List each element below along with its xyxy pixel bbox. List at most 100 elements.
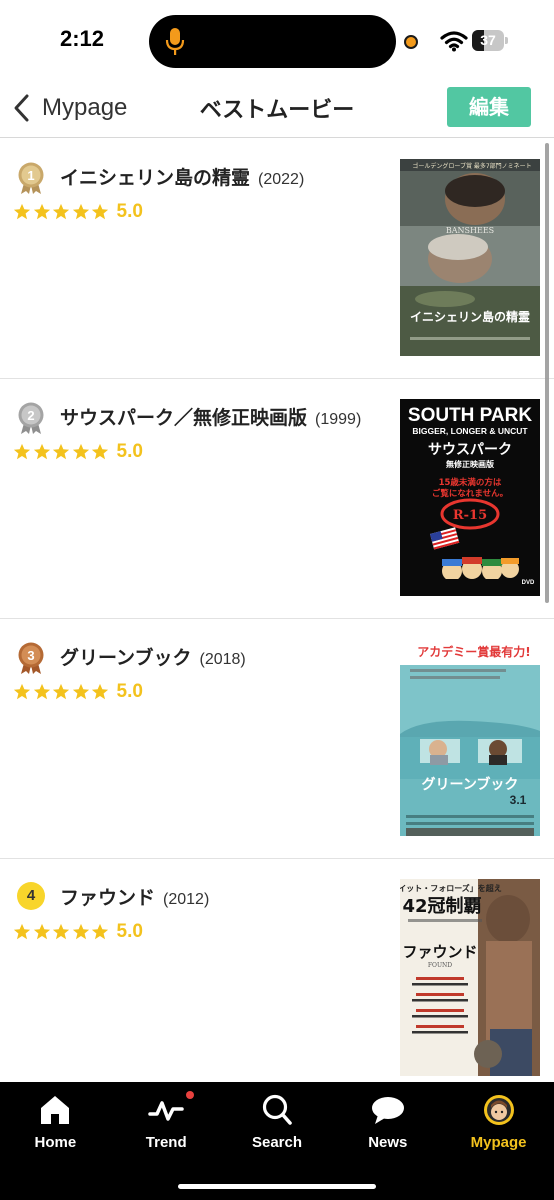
star-icon <box>91 923 109 940</box>
movie-title: ファウンド (2012) <box>60 883 209 910</box>
news-chat-icon <box>371 1097 404 1124</box>
poster-title: グリーンブック <box>422 776 519 793</box>
movie-title: イニシェリン島の精霊 (2022) <box>60 163 304 190</box>
star-icon <box>72 443 89 460</box>
rating-score: 5.0 <box>116 201 143 222</box>
movie-year: (1999) <box>315 411 362 428</box>
tab-label: Mypage <box>470 1134 527 1151</box>
poster-awards: 42冠制覇 <box>402 896 481 917</box>
mypage-avatar-icon <box>483 1095 514 1125</box>
back-label: Mypage <box>42 94 128 121</box>
tab-label: News <box>368 1134 408 1151</box>
tab-home[interactable]: Home <box>0 1082 111 1200</box>
status-bar: 2:12 37 <box>0 0 554 80</box>
star-icon <box>91 683 109 700</box>
tab-news[interactable]: News <box>332 1082 443 1200</box>
dynamic-island <box>149 15 396 68</box>
star-icon <box>52 443 70 460</box>
rank-number: 2 <box>27 408 34 423</box>
gold-medal-icon: 1 <box>16 161 46 195</box>
star-icon <box>52 203 70 220</box>
home-icon <box>41 1096 70 1124</box>
movie-poster[interactable]: ゴールデングローブ賞 最多7部門ノミネート BANSHEES イニシェリン島の精… <box>400 159 540 356</box>
search-icon <box>262 1094 292 1125</box>
star-icon <box>72 203 89 220</box>
tab-label: Trend <box>145 1134 187 1151</box>
recording-dot-icon <box>404 35 418 49</box>
poster-date: 3.1 <box>510 793 527 807</box>
star-rating: 5.0 <box>13 681 143 703</box>
battery-icon: 37 <box>472 30 508 51</box>
movie-year: (2022) <box>258 171 305 188</box>
tab-label: Search <box>251 1134 303 1151</box>
poster-quote: 「イット・フォローズ」を超え <box>400 883 502 893</box>
rank-number: 1 <box>27 168 34 183</box>
movie-title: サウスパーク／無修正映画版 (1999) <box>60 403 361 430</box>
microphone-icon <box>165 28 185 55</box>
wifi-icon <box>440 31 468 52</box>
edit-button[interactable]: 編集 <box>447 87 531 127</box>
star-rating: 5.0 <box>13 201 143 223</box>
rating-score: 5.0 <box>116 921 143 942</box>
tab-trend[interactable]: Trend <box>111 1082 222 1200</box>
poster-title-en: SOUTH PARK <box>408 405 532 426</box>
poster-subtitle-jp: 無修正映画版 <box>446 459 494 469</box>
bronze-medal-icon: 3 <box>16 641 46 675</box>
rank-number: 3 <box>27 648 34 663</box>
star-icon <box>91 443 109 460</box>
back-button[interactable]: Mypage <box>10 88 127 128</box>
poster-caption: ゴールデングローブ賞 最多7部門ノミネート <box>412 162 531 170</box>
poster-headline: アカデミー賞最有力! <box>417 644 530 659</box>
movie-year: (2018) <box>199 651 246 668</box>
home-indicator[interactable] <box>178 1184 376 1189</box>
star-icon <box>52 923 70 940</box>
star-icon <box>91 203 109 220</box>
status-time: 2:12 <box>60 26 105 51</box>
tab-bar: Home Trend Search News Mypage <box>0 1082 554 1200</box>
star-icon <box>13 683 31 700</box>
movie-title-text: サウスパーク／無修正映画版 <box>60 407 308 429</box>
chevron-left-icon <box>14 94 29 122</box>
trend-icon <box>148 1101 184 1121</box>
tab-search[interactable]: Search <box>222 1082 333 1200</box>
poster-format: DVD <box>522 580 535 586</box>
movie-row-3[interactable]: 3 グリーンブック (2018) 5.0 アカデミー賞最有力! グリーンブック … <box>0 619 554 859</box>
battery-level: 37 <box>480 32 496 48</box>
movie-title-text: グリーンブック <box>60 647 192 669</box>
star-icon <box>52 683 70 700</box>
poster-warning-2: ご覧になれません。 <box>432 488 508 499</box>
movie-row-4[interactable]: 4 ファウンド (2012) 5.0 「イット・フォローズ」を超え 42冠制覇 フ… <box>0 859 554 1082</box>
star-icon <box>72 683 89 700</box>
silver-medal-icon: 2 <box>16 401 46 435</box>
movie-row-1[interactable]: 1 イニシェリン島の精霊 (2022) 5.0 ゴールデングローブ賞 最多7部門ノ… <box>0 139 554 379</box>
poster-title: イニシェリン島の精霊 <box>410 309 530 324</box>
star-icon <box>72 923 89 940</box>
notification-dot <box>185 1091 194 1099</box>
movie-row-2[interactable]: 2 サウスパーク／無修正映画版 (1999) 5.0 SOUTH PARK BIG… <box>0 379 554 619</box>
poster-mid-text: BANSHEES <box>446 226 494 235</box>
tab-mypage[interactable]: Mypage <box>443 1082 554 1200</box>
rating-score: 5.0 <box>116 681 143 702</box>
poster-rating-mark: R-15 <box>453 508 487 523</box>
movie-poster[interactable]: アカデミー賞最有力! グリーンブック 3.1 <box>400 639 540 836</box>
movie-poster[interactable]: 「イット・フォローズ」を超え 42冠制覇 ファウンド FOUND <box>400 879 540 1076</box>
poster-title: ファウンド <box>402 943 477 961</box>
poster-subtitle-en: BIGGER, LONGER & UNCUT <box>412 426 528 436</box>
rank-badge: 4 <box>17 882 45 910</box>
star-icon <box>33 923 50 940</box>
movie-title-text: ファウンド <box>60 887 156 909</box>
movie-title: グリーンブック (2018) <box>60 643 246 670</box>
star-icon <box>13 443 31 460</box>
star-icon <box>33 203 50 220</box>
poster-warning-1: 15歳未満の方は <box>439 477 502 488</box>
poster-title-en: FOUND <box>428 962 452 969</box>
scrollbar[interactable] <box>545 143 549 603</box>
star-icon <box>33 443 50 460</box>
best-movie-list: 1 イニシェリン島の精霊 (2022) 5.0 ゴールデングローブ賞 最多7部門ノ… <box>0 139 554 1082</box>
nav-bar: Mypage ベストムービー 編集 <box>0 80 554 138</box>
star-rating: 5.0 <box>13 921 143 943</box>
star-icon <box>13 203 31 220</box>
star-icon <box>13 923 31 940</box>
star-icon <box>33 683 50 700</box>
movie-poster[interactable]: SOUTH PARK BIGGER, LONGER & UNCUT サウスパーク… <box>400 399 540 596</box>
